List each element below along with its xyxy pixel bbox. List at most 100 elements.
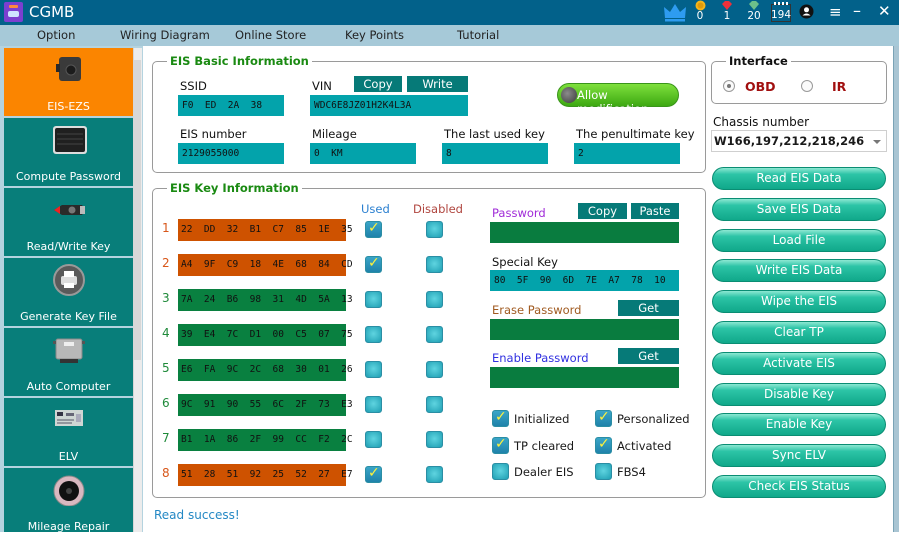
vin-write-button[interactable]: Write xyxy=(407,76,468,92)
key-value-field[interactable]: 51 28 51 92 25 52 27 E7 xyxy=(178,464,353,486)
key-value-field[interactable]: A4 9F C9 18 4E 68 84 CD xyxy=(178,254,353,276)
sidebar-item-elv[interactable]: ELV xyxy=(4,398,133,466)
vin-copy-button[interactable]: Copy xyxy=(354,76,402,92)
vin-label: VIN xyxy=(312,79,332,93)
key-row-number: 3 xyxy=(162,291,170,305)
hamburger-menu-icon[interactable]: ≡ xyxy=(829,3,842,21)
action-button-check-eis-status[interactable]: Check EIS Status xyxy=(712,475,886,498)
sidebar-item-read-write-key[interactable]: Read/Write Key xyxy=(4,188,133,256)
flag-checkbox[interactable] xyxy=(492,436,509,454)
disabled-column-header: Disabled xyxy=(413,202,463,216)
key-value-field[interactable]: 39 E4 7C D1 00 C5 07 75 xyxy=(178,324,353,346)
action-button-sync-elv[interactable]: Sync ELV xyxy=(712,444,886,468)
erase-password-field[interactable] xyxy=(490,319,679,340)
password-field[interactable] xyxy=(490,222,679,243)
circuit-board-icon xyxy=(55,410,83,426)
last-used-key-field[interactable]: 8 xyxy=(442,143,548,164)
allow-modification-toggle[interactable]: Allow modification xyxy=(557,83,679,116)
user-account-icon[interactable] xyxy=(799,4,814,19)
password-paste-button[interactable]: Paste xyxy=(631,203,679,219)
crown-icon[interactable] xyxy=(663,3,687,22)
key-used-checkbox[interactable] xyxy=(365,431,382,448)
key-used-checkbox[interactable] xyxy=(365,465,382,483)
action-button-wipe-the-eis[interactable]: Wipe the EIS xyxy=(712,290,886,314)
erase-password-get-button[interactable]: Get xyxy=(618,300,679,316)
chassis-number-label: Chassis number xyxy=(713,115,810,129)
vin-field[interactable]: WDC6E8JZ01H2K4L3A xyxy=(310,95,468,116)
sidebar-scroll-thumb[interactable] xyxy=(134,60,141,360)
key-disabled-checkbox[interactable] xyxy=(426,361,443,378)
app-title: CGMB xyxy=(29,3,75,21)
menu-online-store[interactable]: Online Store xyxy=(235,28,306,42)
ssid-field[interactable]: F0 ED 2A 38 xyxy=(178,95,284,116)
key-value-field[interactable]: 22 DD 32 B1 C7 85 1E 35 xyxy=(178,219,353,241)
sidebar-item-generate-key-file[interactable]: Generate Key File xyxy=(4,258,133,326)
eis-number-field[interactable]: 2129055000 xyxy=(178,143,284,164)
flag-checkbox[interactable] xyxy=(492,463,509,480)
flag-checkbox[interactable] xyxy=(595,409,612,427)
enable-password-field[interactable] xyxy=(490,367,679,388)
special-key-field[interactable]: 80 5F 90 6D 7E A7 78 10 xyxy=(490,270,679,291)
key-used-checkbox[interactable] xyxy=(365,326,382,343)
action-button-enable-key[interactable]: Enable Key xyxy=(712,413,886,437)
key-disabled-checkbox[interactable] xyxy=(426,396,443,413)
key-row-number: 8 xyxy=(162,466,170,480)
key-used-checkbox[interactable] xyxy=(365,220,382,238)
key-disabled-checkbox[interactable] xyxy=(426,431,443,448)
ir-label: IR xyxy=(832,79,847,94)
action-button-clear-tp[interactable]: Clear TP xyxy=(712,321,886,344)
chassis-number-select[interactable]: W166,197,212,218,246 xyxy=(711,130,887,152)
ecu-icon xyxy=(53,338,85,363)
obd-radio[interactable] xyxy=(723,80,735,92)
key-disabled-checkbox[interactable] xyxy=(426,256,443,273)
ir-radio[interactable] xyxy=(801,80,813,92)
key-used-checkbox[interactable] xyxy=(365,255,382,273)
penultimate-key-field[interactable]: 2 xyxy=(574,143,680,164)
chevron-down-icon xyxy=(873,140,881,144)
enable-password-label: Enable Password xyxy=(492,351,589,365)
obd-label: OBD xyxy=(745,79,776,94)
key-value-field[interactable]: B1 1A 86 2F 99 CC F2 2C xyxy=(178,429,353,451)
close-button[interactable]: ✕ xyxy=(878,2,891,20)
interface-legend: Interface xyxy=(729,54,788,68)
flag-checkbox[interactable] xyxy=(595,436,612,454)
mileage-field[interactable]: 0 KM xyxy=(310,143,416,164)
key-used-checkbox[interactable] xyxy=(365,361,382,378)
eis-key-info-legend: EIS Key Information xyxy=(170,181,299,195)
speedometer-icon xyxy=(53,475,85,506)
action-button-load-file[interactable]: Load File xyxy=(712,228,886,252)
key-used-checkbox[interactable] xyxy=(365,396,382,413)
action-button-read-eis-data[interactable]: Read EIS Data xyxy=(712,167,886,190)
action-button-activate-eis[interactable]: Activate EIS xyxy=(712,351,886,375)
key-row-number: 1 xyxy=(162,221,170,235)
enable-password-get-button[interactable]: Get xyxy=(618,348,679,364)
key-value-field[interactable]: E6 FA 9C 2C 68 30 01 26 xyxy=(178,359,353,381)
password-copy-button[interactable]: Copy xyxy=(578,203,627,219)
key-disabled-checkbox[interactable] xyxy=(426,221,443,238)
menu-key-points[interactable]: Key Points xyxy=(345,28,404,42)
key-value-field[interactable]: 9C 91 90 55 6C 2F 73 E3 xyxy=(178,394,353,416)
action-button-save-eis-data[interactable]: Save EIS Data xyxy=(712,197,886,221)
flag-label: Initialized xyxy=(514,412,570,426)
menu-tutorial[interactable]: Tutorial xyxy=(457,28,499,42)
key-value-field[interactable]: 7A 24 B6 98 31 4D 5A 13 xyxy=(178,289,353,311)
sidebar-item-eis-ezs[interactable]: EIS-EZS xyxy=(4,48,133,116)
minimize-button[interactable]: – xyxy=(853,1,861,20)
sidebar-item-auto-computer[interactable]: Auto Computer xyxy=(4,328,133,396)
key-disabled-checkbox[interactable] xyxy=(426,466,443,483)
key-disabled-checkbox[interactable] xyxy=(426,326,443,343)
mileage-label: Mileage xyxy=(312,127,357,141)
action-button-disable-key[interactable]: Disable Key xyxy=(712,382,886,406)
gems-counter: 20 xyxy=(744,0,764,21)
menu-option[interactable]: Option xyxy=(37,28,75,42)
eis-number-label: EIS number xyxy=(180,127,247,141)
key-disabled-checkbox[interactable] xyxy=(426,291,443,308)
flag-checkbox[interactable] xyxy=(595,463,612,480)
action-button-write-eis-data[interactable]: Write EIS Data xyxy=(712,259,886,283)
key-used-checkbox[interactable] xyxy=(365,291,382,308)
sidebar-item-compute-password[interactable]: Compute Password xyxy=(4,118,133,186)
flag-checkbox[interactable] xyxy=(492,409,509,427)
sidebar-item-mileage-repair[interactable]: Mileage Repair xyxy=(4,468,133,533)
ssid-label: SSID xyxy=(180,79,207,93)
menu-wiring-diagram[interactable]: Wiring Diagram xyxy=(120,28,210,42)
